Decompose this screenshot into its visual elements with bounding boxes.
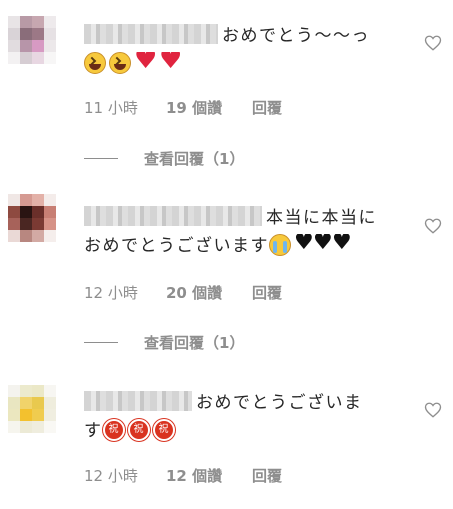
congratulations-ideograph-emoji: 祝 <box>102 419 125 441</box>
likes-count[interactable]: 19 個讚 <box>166 97 252 118</box>
username-blurred[interactable] <box>84 24 218 44</box>
reply-button[interactable]: 回覆 <box>252 282 282 303</box>
timestamp[interactable]: 12 小時 <box>84 465 166 486</box>
crying-face-emoji <box>269 234 291 256</box>
timestamp[interactable]: 11 小時 <box>84 97 166 118</box>
view-replies-button[interactable]: 查看回覆（1） <box>84 332 244 353</box>
sparkling-heart-emoji <box>159 52 181 74</box>
divider-line <box>84 158 118 159</box>
congratulations-ideograph-emoji: 祝 <box>127 419 150 441</box>
likes-count[interactable]: 20 個讚 <box>166 282 252 303</box>
reply-button[interactable]: 回覆 <box>252 97 282 118</box>
black-heart-emoji <box>313 234 331 256</box>
comment-item: おめでとう〜〜っ 11 小時19 個讚回覆 查看回覆（1） <box>0 0 453 175</box>
comment-text-line1: おめでとうございま <box>196 393 363 413</box>
comment-text: おめでとう〜〜っ <box>222 26 370 46</box>
view-replies-button[interactable]: 查看回覆（1） <box>84 148 244 169</box>
like-heart-icon[interactable] <box>424 34 442 52</box>
black-heart-emoji <box>294 234 312 256</box>
comment-text-line1: 本当に本当に <box>266 208 377 228</box>
laughing-face-emoji <box>84 52 106 74</box>
comment-text-line2: おめでとうございます <box>84 236 269 256</box>
black-heart-emoji <box>332 234 350 256</box>
timestamp[interactable]: 12 小時 <box>84 282 166 303</box>
username-blurred[interactable] <box>84 206 262 226</box>
like-heart-icon[interactable] <box>424 401 442 419</box>
view-replies-label: 查看回覆（1） <box>144 334 245 352</box>
congratulations-ideograph-emoji: 祝 <box>152 419 175 441</box>
comment-meta: 12 小時 20 個讚 回覆 <box>84 282 282 303</box>
avatar[interactable] <box>8 385 56 433</box>
reply-button[interactable]: 回覆 <box>252 465 282 486</box>
likes-count[interactable]: 12 個讚 <box>166 465 252 486</box>
laughing-face-emoji <box>109 52 131 74</box>
comment-item: おめでとうございま す祝祝祝 12 小時 12 個讚 回覆 <box>0 355 453 509</box>
sparkling-heart-emoji <box>134 52 156 74</box>
divider-line <box>84 342 118 343</box>
comment-body: おめでとう〜〜っ <box>84 22 394 78</box>
avatar[interactable] <box>8 16 56 64</box>
username-blurred[interactable] <box>84 391 192 411</box>
comment-meta: 11 小時 19 個讚 回覆 <box>84 97 282 118</box>
avatar[interactable] <box>8 194 56 242</box>
like-heart-icon[interactable] <box>424 217 442 235</box>
comment-text-line2: す <box>84 421 103 441</box>
view-replies-label: 查看回覆（1） <box>144 150 245 168</box>
comment-meta: 12 小時 12 個讚 回覆 <box>84 465 282 486</box>
comment-body: 本当に本当に おめでとうございます <box>84 204 394 260</box>
comment-body: おめでとうございま す祝祝祝 <box>84 389 394 445</box>
comment-item: 本当に本当に おめでとうございます 12 小時20 個讚回覆 查看回覆（1） <box>0 175 453 355</box>
